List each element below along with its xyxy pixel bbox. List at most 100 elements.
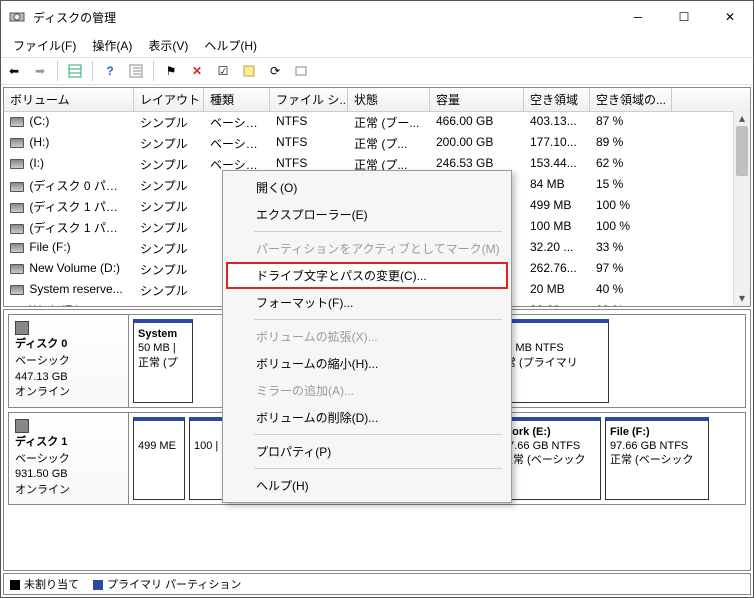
ctx-item: ミラーの追加(A)...: [226, 377, 508, 404]
back-icon[interactable]: ⬅: [3, 60, 25, 82]
toolbar: ⬅ ➡ ? ⚑ ✕ ☑ ⟳: [1, 57, 753, 85]
legend-unalloc: 未割り当て: [24, 579, 79, 591]
cell: 200.00 GB: [430, 134, 524, 153]
table-row[interactable]: (C:)シンプルベーシックNTFS正常 (ブー...466.00 GB403.1…: [4, 112, 750, 133]
refresh-icon[interactable]: ⚑: [160, 60, 182, 82]
disk-info: ディスク 1ベーシック931.50 GBオンライン: [9, 413, 129, 505]
ctx-item[interactable]: エクスプローラー(E): [226, 201, 508, 228]
cell: System reserve...: [4, 281, 134, 300]
cell: 89 %: [590, 134, 672, 153]
ctx-item[interactable]: プロパティ(P): [226, 438, 508, 465]
cell: シンプル: [134, 155, 204, 174]
context-menu: 開く(O)エクスプローラー(E) パーティションをアクティブとしてマーク(M)ドラ…: [222, 170, 512, 503]
ctx-item[interactable]: ボリュームの削除(D)...: [226, 404, 508, 431]
partition[interactable]: System50 MB |正常 (プ: [133, 319, 193, 403]
ctx-item[interactable]: 開く(O): [226, 174, 508, 201]
cell: シンプル: [134, 176, 204, 195]
settings-icon[interactable]: [290, 60, 312, 82]
cell: 100 %: [590, 218, 672, 237]
cell: 15 %: [590, 176, 672, 195]
partition[interactable]: File (F:)97.66 GB NTFS正常 (ベーシック: [605, 417, 709, 501]
cell: 153.44...: [524, 155, 590, 174]
cell: File (F:): [4, 239, 134, 258]
cell: (ディスク 1 パーテ...: [4, 197, 134, 216]
details-icon[interactable]: [125, 60, 147, 82]
ctx-item[interactable]: フォーマット(F)...: [226, 289, 508, 316]
properties-icon[interactable]: ☑: [212, 60, 234, 82]
list-icon[interactable]: [64, 60, 86, 82]
column-header-fs[interactable]: ファイル シ...: [270, 88, 348, 111]
cell: (C:): [4, 113, 134, 132]
table-row[interactable]: (H:)シンプルベーシックNTFS正常 (プ...200.00 GB177.10…: [4, 133, 750, 154]
cell: シンプル: [134, 218, 204, 237]
partition[interactable]: 499 ME: [133, 417, 185, 501]
column-header-layout[interactable]: レイアウト: [134, 88, 204, 111]
column-header-type[interactable]: 種類: [204, 88, 270, 111]
ctx-item[interactable]: ドライブ文字とパスの変更(C)...: [226, 262, 508, 289]
column-header-status[interactable]: 状態: [348, 88, 430, 111]
forward-icon[interactable]: ➡: [29, 60, 51, 82]
rescan-icon[interactable]: ⟳: [264, 60, 286, 82]
ctx-item[interactable]: ヘルプ(H): [226, 472, 508, 499]
cell: シンプル: [134, 134, 204, 153]
titlebar: ディスクの管理 ─ ☐ ✕: [1, 1, 753, 33]
legend-primary: プライマリ パーティション: [107, 579, 241, 591]
cell: シンプル: [134, 281, 204, 300]
cell: 499 MB: [524, 197, 590, 216]
maximize-button[interactable]: ☐: [661, 1, 707, 33]
scroll-up-icon[interactable]: ▴: [734, 110, 750, 126]
close-button[interactable]: ✕: [707, 1, 753, 33]
cell: (ディスク 1 パーテ...: [4, 218, 134, 237]
column-header-free[interactable]: 空き領域: [524, 88, 590, 111]
ctx-item: パーティションをアクティブとしてマーク(M): [226, 235, 508, 262]
cell: 99 %: [590, 302, 672, 307]
cell: 正常 (プ...: [348, 134, 430, 153]
cell: 40 %: [590, 281, 672, 300]
column-header-freepct[interactable]: 空き領域の...: [590, 88, 672, 111]
cell: シンプル: [134, 260, 204, 279]
cell: 87 %: [590, 113, 672, 132]
column-header-capacity[interactable]: 容量: [430, 88, 524, 111]
disk-info: ディスク 0ベーシック447.13 GBオンライン: [9, 315, 129, 407]
legend: 未割り当て プライマリ パーティション: [3, 573, 751, 595]
scroll-down-icon[interactable]: ▾: [734, 290, 750, 306]
cell: シンプル: [134, 302, 204, 307]
cell: 177.10...: [524, 134, 590, 153]
cell: 84 MB: [524, 176, 590, 195]
menu-action[interactable]: 操作(A): [84, 35, 140, 56]
cell: 466.00 GB: [430, 113, 524, 132]
cell: 62 %: [590, 155, 672, 174]
ctx-item: ボリュームの拡張(X)...: [226, 323, 508, 350]
minimize-button[interactable]: ─: [615, 1, 661, 33]
help-icon[interactable]: ?: [99, 60, 121, 82]
cell: NTFS: [270, 134, 348, 153]
new-icon[interactable]: [238, 60, 260, 82]
cell: シンプル: [134, 197, 204, 216]
cell: 403.13...: [524, 113, 590, 132]
cell: シンプル: [134, 113, 204, 132]
cell: Work (E:): [4, 302, 134, 307]
cell: 262.76...: [524, 260, 590, 279]
menu-file[interactable]: ファイル(F): [5, 35, 84, 56]
delete-icon[interactable]: ✕: [186, 60, 208, 82]
menu-view[interactable]: 表示(V): [140, 35, 196, 56]
cell: 33 %: [590, 239, 672, 258]
cell: 97 %: [590, 260, 672, 279]
cell: New Volume (D:): [4, 260, 134, 279]
cell: (I:): [4, 155, 134, 174]
cell: ベーシック: [204, 113, 270, 132]
disk-mgmt-icon: [9, 9, 25, 25]
cell: 32.20 ...: [524, 239, 590, 258]
menubar: ファイル(F) 操作(A) 表示(V) ヘルプ(H): [1, 33, 753, 57]
cell: ベーシック: [204, 134, 270, 153]
ctx-item[interactable]: ボリュームの縮小(H)...: [226, 350, 508, 377]
cell: シンプル: [134, 239, 204, 258]
menu-help[interactable]: ヘルプ(H): [196, 35, 265, 56]
cell: 96.20 ...: [524, 302, 590, 307]
list-scrollbar[interactable]: ▴ ▾: [733, 110, 750, 306]
cell: (H:): [4, 134, 134, 153]
partition[interactable]: Work (E:)97.66 GB NTFS正常 (ベーシック ラ: [497, 417, 601, 501]
scroll-thumb[interactable]: [736, 126, 748, 176]
column-header-volume[interactable]: ボリューム: [4, 88, 134, 111]
cell: 20 MB: [524, 281, 590, 300]
